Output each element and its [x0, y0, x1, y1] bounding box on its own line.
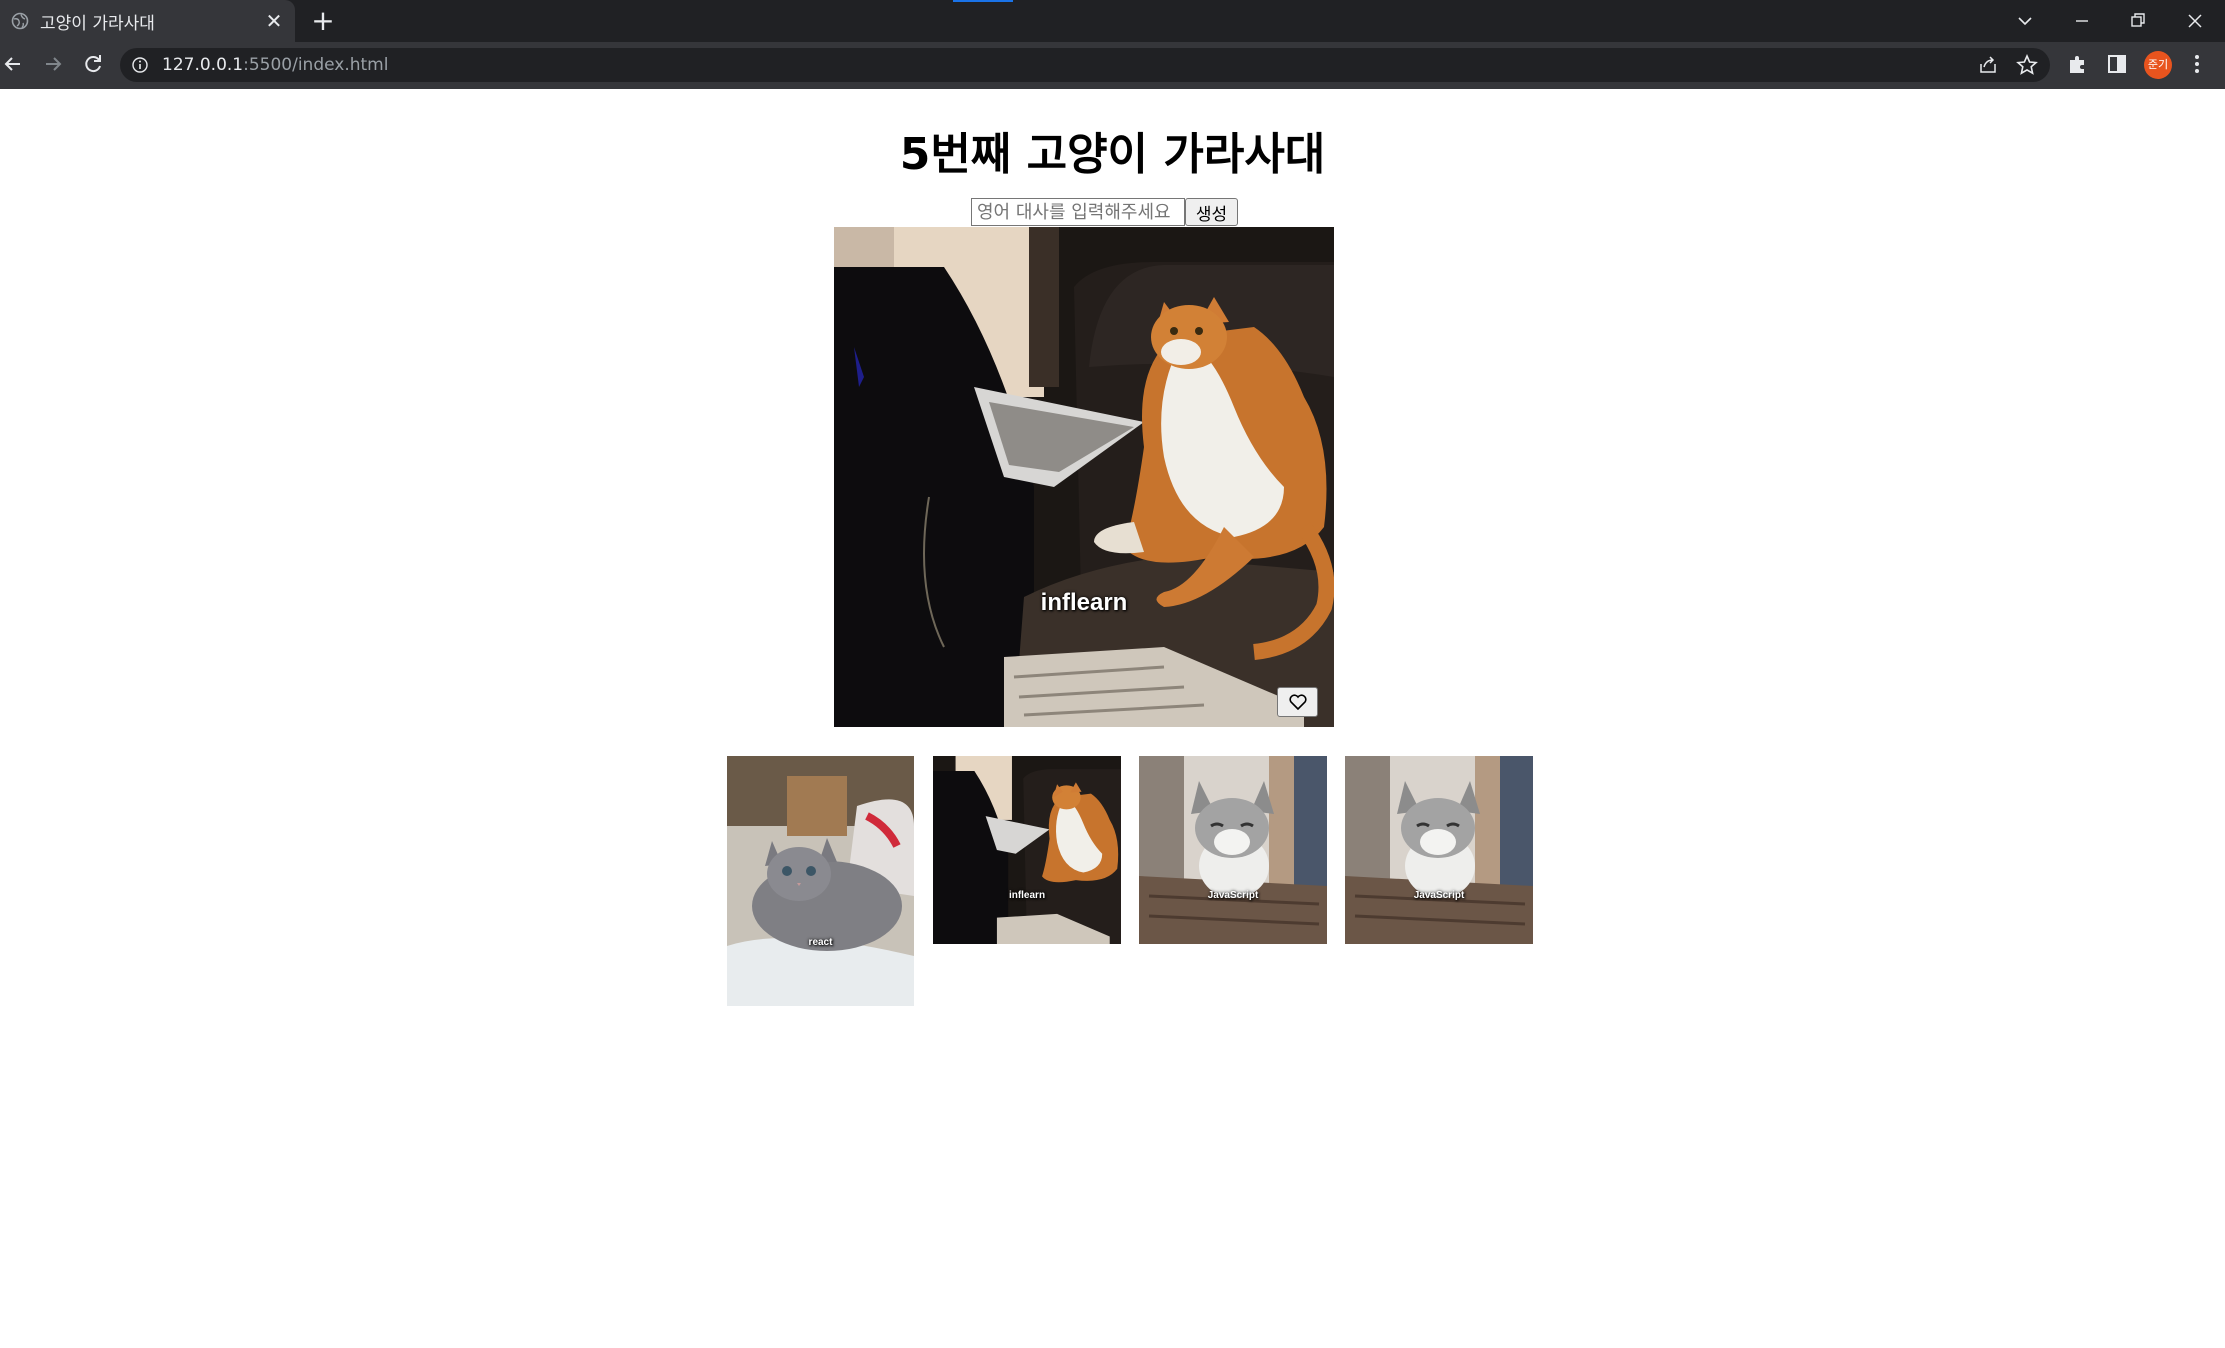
chrome-divider — [0, 86, 2225, 89]
share-icon[interactable] — [1977, 54, 1999, 76]
tab-search-chevron-icon[interactable] — [2010, 6, 2040, 36]
more-menu-icon[interactable] — [2184, 51, 2210, 77]
heart-icon — [1289, 694, 1307, 710]
favorite-caption: JavaScript — [1413, 890, 1465, 901]
bookmark-star-icon[interactable] — [2015, 53, 2039, 77]
favorite-caption: inflearn — [1008, 890, 1046, 901]
extensions-puzzle-icon[interactable] — [2065, 51, 2091, 77]
browser-tab-strip: 고양이 가라사대 ✕ + — [0, 0, 2225, 42]
side-panel-icon[interactable] — [2104, 51, 2130, 77]
tab-close-icon[interactable]: ✕ — [263, 10, 285, 32]
globe-icon — [11, 12, 29, 30]
back-arrow-icon[interactable] — [0, 50, 28, 78]
caption-input[interactable] — [971, 198, 1185, 226]
kitten-cat-tree-picture — [1345, 756, 1533, 944]
site-info-icon[interactable] — [131, 56, 149, 74]
favorite-thumbnail[interactable]: JavaScript — [1345, 756, 1533, 944]
main-image-caption: inflearn — [1040, 589, 1128, 616]
tab-search-indicator — [953, 0, 1013, 2]
minimize-icon[interactable] — [2067, 6, 2097, 36]
gray-kitten-picture — [727, 756, 914, 1006]
url-host: 127.0.0.1 — [162, 55, 244, 75]
favorite-thumbnail[interactable]: inflearn — [933, 756, 1121, 944]
favorite-caption: JavaScript — [1207, 890, 1259, 901]
url-path: :5500/index.html — [243, 55, 389, 75]
favorite-caption: react — [808, 937, 833, 948]
profile-avatar[interactable]: 준기 — [2144, 51, 2172, 79]
restore-icon[interactable] — [2123, 6, 2153, 36]
generate-button[interactable]: 생성 — [1185, 198, 1238, 226]
browser-tab[interactable]: 고양이 가라사대 ✕ — [0, 0, 295, 42]
page-title: 5번째 고양이 가라사대 — [899, 129, 1326, 180]
forward-arrow-icon[interactable] — [38, 50, 66, 78]
main-cat-image: inflearn — [834, 227, 1334, 727]
new-tab-icon[interactable]: + — [310, 7, 336, 35]
orange-cat-laptop-picture — [933, 756, 1121, 944]
reload-icon[interactable] — [79, 50, 107, 78]
tab-title: 고양이 가라사대 — [40, 14, 155, 34]
address-bar[interactable]: 127.0.0.1:5500/index.html — [120, 48, 2050, 82]
like-button[interactable] — [1277, 687, 1318, 717]
url-text[interactable]: 127.0.0.1:5500/index.html — [162, 55, 388, 75]
orange-cat-laptop-picture — [834, 227, 1334, 727]
favorite-thumbnail[interactable]: react — [727, 756, 914, 1006]
favorite-thumbnail[interactable]: JavaScript — [1139, 756, 1327, 944]
browser-toolbar: 127.0.0.1:5500/index.html 준기 — [0, 42, 2225, 86]
kitten-cat-tree-picture — [1139, 756, 1327, 944]
close-window-icon[interactable] — [2180, 6, 2210, 36]
